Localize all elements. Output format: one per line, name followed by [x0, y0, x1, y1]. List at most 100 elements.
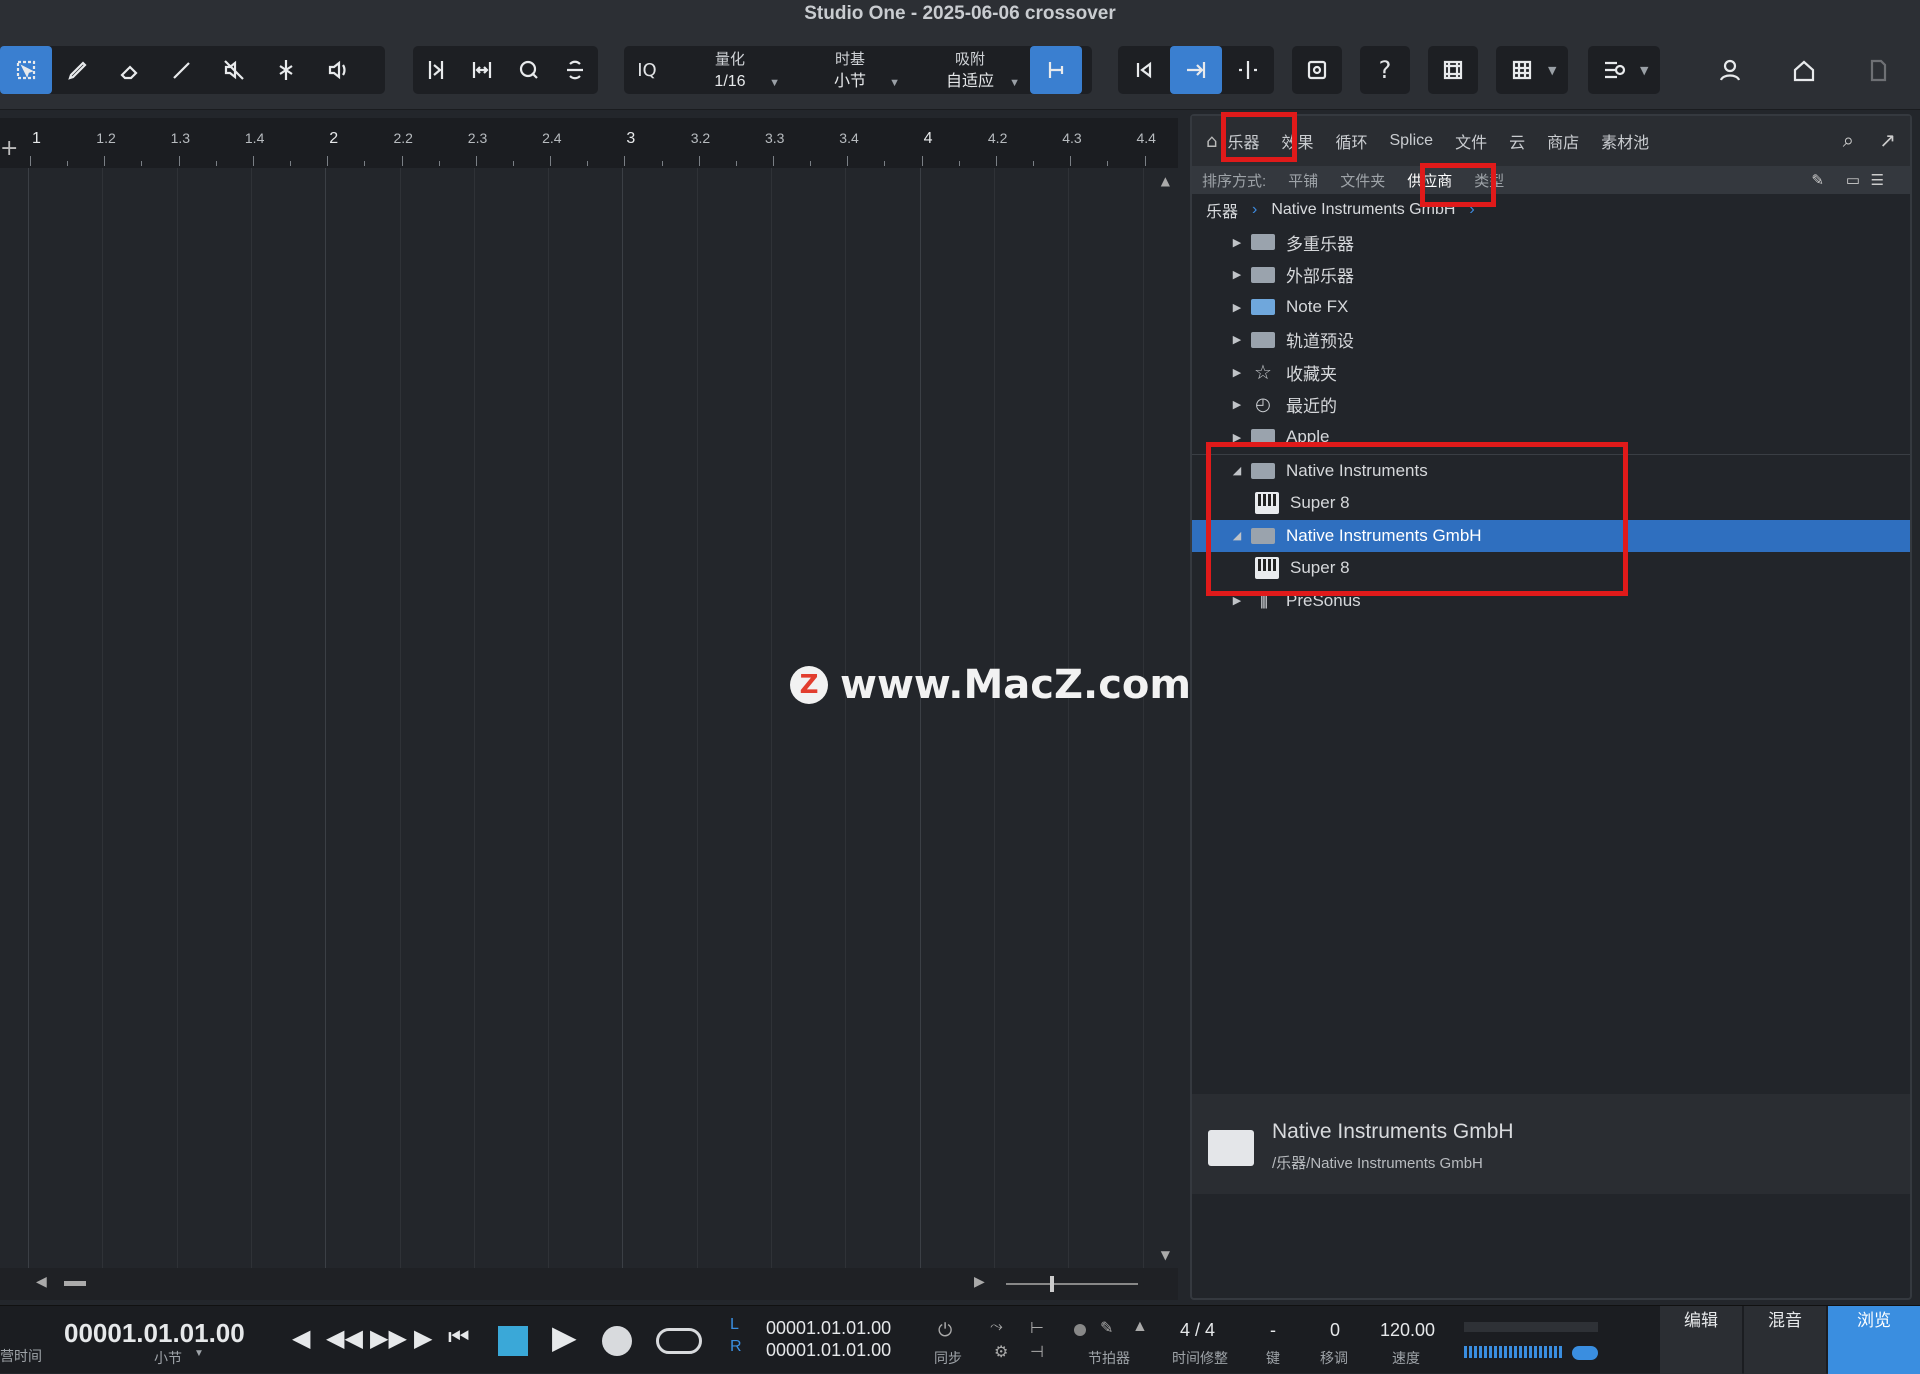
timeline-ruler[interactable]: + 1 1.2 1.3 1.4 2 2.2 2.3 2.4 3 3.2 3.3 3.4 4 4.2 4.3 4… — [0, 118, 1178, 168]
tree-item-folder[interactable]: ▶ ◴ 最近的 — [1192, 389, 1910, 422]
expand-triangle-icon[interactable]: ▶ — [1230, 301, 1244, 314]
record-button[interactable] — [602, 1326, 632, 1356]
help-button[interactable]: ? — [1360, 46, 1410, 94]
tree-item-folder[interactable]: ▶ ☆ 收藏夹 — [1192, 356, 1910, 389]
power-icon[interactable]: ⏻ — [938, 1320, 952, 1341]
grid-view-button[interactable] — [1496, 46, 1548, 94]
tree-item-folder[interactable]: ▶ 外部乐器 — [1192, 259, 1910, 292]
home-icon[interactable] — [1778, 46, 1830, 94]
expand-triangle-icon[interactable]: ▶ — [1230, 366, 1244, 379]
split-tool-button[interactable] — [260, 46, 312, 94]
bend-tool-button[interactable] — [413, 46, 459, 94]
loop-end[interactable]: 00001.01.01.00 — [766, 1340, 891, 1361]
wrench-icon[interactable]: ✎ — [1811, 171, 1824, 189]
mode-browse-button[interactable]: 浏览 — [1828, 1306, 1920, 1374]
quantize-select[interactable]: 量化 1/16 ▼ — [670, 46, 790, 94]
tab-pool[interactable]: 素材池 — [1601, 129, 1649, 153]
expand-triangle-icon[interactable]: ▶ — [1230, 594, 1244, 607]
sort-flat[interactable]: 平铺 — [1288, 170, 1318, 191]
position-unit[interactable]: 小节 — [154, 1348, 182, 1368]
tab-effects[interactable]: 效果 — [1281, 129, 1313, 153]
skip-back-icon[interactable] — [1118, 46, 1170, 94]
precount-icon[interactable]: ⊢ — [1030, 1318, 1044, 1338]
punch-icon[interactable]: ⤳ — [990, 1318, 1003, 1336]
scroll-up-icon[interactable]: ▲ — [1161, 174, 1170, 188]
mode-edit-button[interactable]: 编辑 — [1660, 1306, 1742, 1374]
window-icon[interactable]: ▭ — [1846, 171, 1860, 189]
return-to-zero-icon[interactable]: ⏮ — [448, 1324, 470, 1352]
transpose-value[interactable]: 0 — [1330, 1320, 1340, 1341]
position-display[interactable]: 00001.01.01.00 — [64, 1318, 245, 1349]
time-signature[interactable]: 4 / 4 — [1180, 1320, 1215, 1341]
pencil-tool-button[interactable] — [52, 46, 104, 94]
wrench-icon[interactable]: ✎ — [1100, 1318, 1113, 1338]
tree-item-plugin[interactable]: Super 8 — [1192, 552, 1910, 585]
zoom-slider[interactable] — [1006, 1283, 1138, 1285]
transform-tool-button[interactable] — [552, 46, 598, 94]
arrangement-area[interactable]: ▲ ▼ — [0, 168, 1178, 1268]
quantize-tool-button[interactable] — [506, 46, 552, 94]
sort-type[interactable]: 类型 — [1474, 170, 1504, 191]
timebase-select[interactable]: 时基 小节 ▼ — [790, 46, 910, 94]
tree-item-folder[interactable]: ▶ 多重乐器 — [1192, 226, 1910, 259]
tab-instruments[interactable]: 乐器 — [1227, 129, 1259, 153]
tree-item-folder[interactable]: ▶ ||| PreSonus — [1192, 585, 1910, 618]
tree-item-folder[interactable]: ◢ Native Instruments — [1192, 455, 1910, 488]
mode-mix-button[interactable]: 混音 — [1744, 1306, 1826, 1374]
metronome-icon[interactable]: ▲ — [1132, 1318, 1148, 1336]
tab-files[interactable]: 文件 — [1455, 129, 1487, 153]
scroll-right-icon[interactable]: ▶ — [974, 1274, 985, 1290]
home-icon[interactable]: ⌂ — [1206, 131, 1217, 152]
rewind-icon[interactable]: ◀◀ — [326, 1324, 363, 1353]
metronome-dot-icon[interactable] — [1074, 1324, 1086, 1336]
expand-triangle-icon[interactable]: ▶ — [1230, 398, 1244, 411]
sort-folder[interactable]: 文件夹 — [1340, 170, 1385, 191]
add-icon[interactable]: + — [0, 136, 18, 161]
list-view-icon[interactable]: ☰ — [1871, 171, 1884, 189]
film-icon[interactable] — [1428, 46, 1478, 94]
tab-splice[interactable]: Splice — [1389, 132, 1433, 150]
search-icon[interactable]: ⌕ — [1843, 128, 1854, 152]
snap-toggle-button[interactable] — [1030, 46, 1082, 94]
tree-item-folder[interactable]: ▶ Note FX — [1192, 291, 1910, 324]
zoom-slider-thumb[interactable] — [1050, 1276, 1054, 1292]
arrow-tool-button[interactable] — [0, 46, 52, 94]
scroll-left-icon[interactable]: ◀ — [36, 1274, 47, 1290]
rewind-marker-icon[interactable]: ◀ — [292, 1324, 310, 1353]
add-track-button[interactable] — [1588, 46, 1640, 94]
scroll-thumb[interactable] — [64, 1281, 86, 1286]
metronome-toggle[interactable] — [1572, 1346, 1598, 1360]
expand-triangle-icon[interactable]: ▶ — [1230, 268, 1244, 281]
expand-triangle-icon[interactable]: ▶ — [1230, 333, 1244, 346]
expand-triangle-icon[interactable]: ▶ — [1230, 236, 1244, 249]
horizontal-scrollbar[interactable]: ◀ ▶ — [0, 1268, 1178, 1300]
loop-start[interactable]: 00001.01.01.00 — [766, 1318, 891, 1339]
expand-triangle-icon[interactable]: ▶ — [1230, 431, 1244, 444]
collapse-triangle-icon[interactable]: ◢ — [1230, 464, 1244, 477]
tempo-value[interactable]: 120.00 — [1380, 1320, 1435, 1341]
tree-item-folder[interactable]: ▶ Apple — [1192, 421, 1910, 454]
tree-item-folder[interactable]: ▶ 轨道预设 — [1192, 324, 1910, 357]
key-value[interactable]: - — [1270, 1320, 1276, 1341]
eraser-tool-button[interactable] — [104, 46, 156, 94]
tree-item-plugin[interactable]: Super 8 — [1192, 487, 1910, 520]
play-button[interactable]: ▶ — [552, 1318, 577, 1356]
sort-vendor[interactable]: 供应商 — [1407, 170, 1452, 191]
preroll-icon[interactable]: ⊣ — [1030, 1342, 1044, 1362]
scroll-down-icon[interactable]: ▼ — [1161, 1248, 1170, 1262]
collapse-triangle-icon[interactable]: ◢ — [1230, 529, 1244, 542]
tree-item-folder[interactable]: ◢ Native Instruments GmbH — [1192, 519, 1910, 552]
mute-tool-button[interactable] — [208, 46, 260, 94]
iq-button[interactable]: IQ — [624, 46, 670, 94]
autoscroll-button[interactable] — [1170, 46, 1222, 94]
forward-marker-icon[interactable]: ▶ — [414, 1324, 432, 1353]
tab-loops[interactable]: 循环 — [1335, 129, 1367, 153]
user-icon[interactable] — [1704, 46, 1756, 94]
expand-icon[interactable]: ↗ — [1879, 128, 1896, 152]
stop-button[interactable] — [498, 1326, 528, 1356]
split-view-button[interactable] — [1222, 46, 1274, 94]
breadcrumb-vendor[interactable]: Native Instruments GmbH — [1271, 201, 1455, 219]
listen-tool-button[interactable] — [312, 46, 364, 94]
breadcrumb-instruments[interactable]: 乐器 — [1206, 198, 1238, 222]
tab-cloud[interactable]: 云 — [1509, 129, 1525, 153]
